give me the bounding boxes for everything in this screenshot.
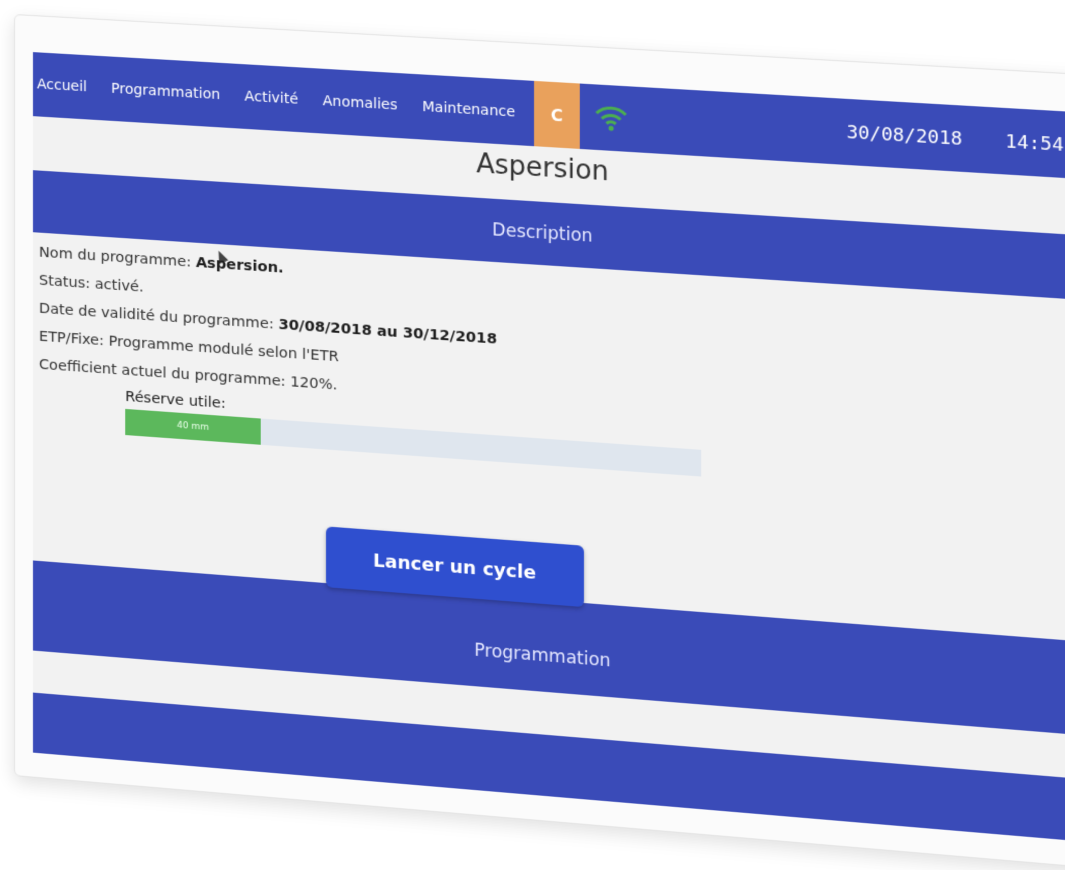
etp-label: ETP/Fixe: [38,328,105,350]
program-name-value: Aspersion. [195,254,284,277]
coefficient-value: 120%. [290,374,338,394]
c-tile-button[interactable]: C [533,80,580,149]
device-frame: Accueil Programmation Activité Anomalies… [14,14,1065,870]
wifi-icon [588,84,634,152]
nav-accueil[interactable]: Accueil [33,52,99,120]
nav-programmation[interactable]: Programmation [99,56,232,128]
screen: Accueil Programmation Activité Anomalies… [32,52,1065,841]
reserve-value: 40 mm [176,420,210,434]
current-date: 30/08/2018 [846,121,963,150]
status-label: Status: [38,272,91,293]
program-name-label: Nom du programme: [38,244,192,271]
nav-activite[interactable]: Activité [232,64,310,133]
photo-background: Accueil Programmation Activité Anomalies… [0,0,1065,870]
status-value: activé. [94,276,144,296]
nav-maintenance[interactable]: Maintenance [410,74,528,146]
nav-anomalies[interactable]: Anomalies [310,68,409,139]
current-time: 14:54 [1005,130,1064,156]
